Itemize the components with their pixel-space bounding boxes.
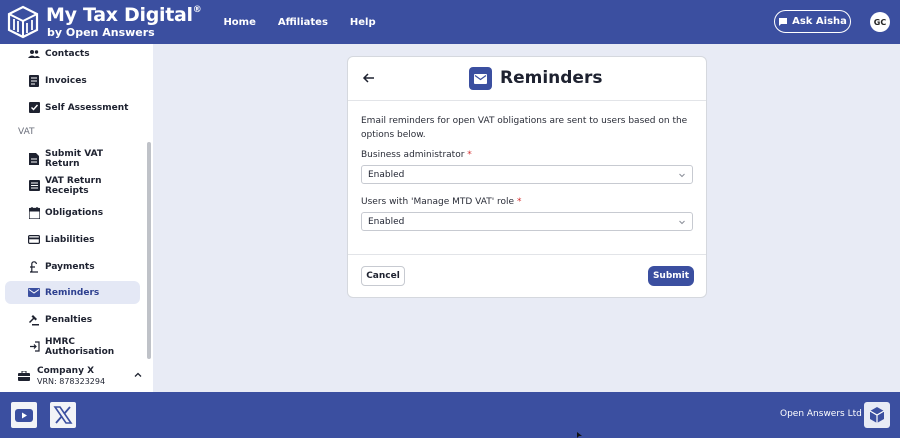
select-value: Enabled bbox=[368, 169, 405, 180]
sidebar-item-hmrc-authorisation[interactable]: HMRC Authorisation bbox=[5, 335, 140, 358]
sidebar-item-label: Liabilities bbox=[45, 234, 95, 245]
sidebar-item-contacts[interactable]: Contacts bbox=[5, 42, 140, 65]
sidebar-item-label: Reminders bbox=[45, 287, 100, 298]
sidebar-item-label: Obligations bbox=[45, 207, 104, 218]
sidebar-item-obligations[interactable]: Obligations bbox=[5, 201, 140, 224]
card-header: Reminders bbox=[348, 57, 706, 101]
field-label-text: Business administrator bbox=[361, 150, 465, 160]
gavel-icon bbox=[28, 314, 40, 326]
business-admin-label: Business administrator * bbox=[361, 150, 472, 160]
page-footer: Open Answers Ltd bbox=[0, 392, 900, 438]
submit-button[interactable]: Submit bbox=[648, 266, 694, 286]
nav-affiliates[interactable]: Affiliates bbox=[278, 17, 328, 28]
app-subtitle: by Open Answers bbox=[47, 26, 155, 39]
credit-card-icon bbox=[28, 234, 40, 246]
sidebar-item-payments[interactable]: Payments bbox=[5, 255, 140, 278]
sidebar: Contacts Invoices Self Assessment VAT Su… bbox=[0, 44, 153, 392]
nav-help[interactable]: Help bbox=[350, 17, 376, 28]
card-footer-divider bbox=[348, 254, 706, 255]
select-value: Enabled bbox=[368, 216, 405, 227]
app-logo[interactable]: My Tax Digital® by Open Answers bbox=[6, 4, 202, 39]
login-icon bbox=[28, 341, 40, 353]
sidebar-item-label: VAT Return Receipts bbox=[45, 175, 102, 196]
invoices-icon bbox=[28, 74, 40, 87]
app-title-text: My Tax Digital bbox=[46, 4, 193, 26]
sidebar-item-reminders[interactable]: Reminders bbox=[5, 281, 140, 304]
sidebar-scrollbar[interactable] bbox=[147, 142, 151, 359]
open-answers-logo[interactable] bbox=[864, 402, 890, 428]
footer-company-name: Open Answers Ltd bbox=[780, 409, 862, 419]
required-mark: * bbox=[516, 197, 522, 207]
registered-mark: ® bbox=[192, 5, 202, 15]
company-name: Company X bbox=[37, 366, 95, 376]
sidebar-item-label: Submit VAT Return bbox=[45, 148, 103, 169]
sidebar-item-label: Contacts bbox=[45, 48, 90, 59]
required-mark: * bbox=[467, 150, 472, 160]
mtd-vat-role-label: Users with 'Manage MTD VAT' role * bbox=[361, 197, 521, 207]
x-twitter-link[interactable] bbox=[50, 402, 76, 428]
mouse-cursor-icon bbox=[577, 432, 582, 438]
sidebar-item-submit-vat-return[interactable]: Submit VAT Return bbox=[5, 147, 140, 170]
description-text: Email reminders for open VAT obligations… bbox=[361, 116, 688, 140]
logo-text: My Tax Digital® by Open Answers bbox=[46, 4, 202, 39]
user-avatar[interactable]: GC bbox=[870, 12, 890, 32]
chevron-down-icon bbox=[679, 173, 685, 178]
sidebar-item-label: HMRC Authorisation bbox=[45, 336, 115, 357]
app-title: My Tax Digital® bbox=[46, 4, 202, 26]
sidebar-item-penalties[interactable]: Penalties bbox=[5, 308, 140, 331]
sidebar-item-invoices[interactable]: Invoices bbox=[5, 69, 140, 92]
nav-home[interactable]: Home bbox=[223, 17, 255, 28]
business-admin-select[interactable]: Enabled bbox=[361, 165, 693, 184]
company-switcher[interactable]: Company X VRN: 878323294 bbox=[0, 360, 153, 392]
document-icon bbox=[28, 152, 40, 165]
mtd-vat-role-select[interactable]: Enabled bbox=[361, 212, 693, 231]
ask-aisha-label: Ask Aisha bbox=[792, 16, 847, 27]
main-nav: Home Affiliates Help bbox=[223, 17, 397, 28]
chevron-down-icon bbox=[679, 220, 685, 225]
chat-bubble-icon bbox=[779, 17, 788, 26]
sidebar-item-label: Self Assessment bbox=[45, 102, 129, 113]
x-logo-icon bbox=[53, 406, 73, 424]
youtube-link[interactable] bbox=[11, 402, 37, 428]
sidebar-item-label: Payments bbox=[45, 261, 95, 272]
calendar-icon bbox=[28, 206, 40, 219]
pound-icon bbox=[28, 260, 40, 273]
sidebar-item-liabilities[interactable]: Liabilities bbox=[5, 228, 140, 251]
sidebar-section-vat: VAT bbox=[18, 127, 35, 137]
cancel-button[interactable]: Cancel bbox=[361, 266, 405, 286]
top-navigation-bar: My Tax Digital® by Open Answers Home Aff… bbox=[0, 0, 900, 44]
reminders-card: Reminders Email reminders for open VAT o… bbox=[347, 56, 707, 298]
sidebar-item-label: Invoices bbox=[45, 75, 87, 86]
back-arrow-icon[interactable] bbox=[362, 71, 376, 85]
mail-icon bbox=[28, 287, 40, 299]
logo-mark-icon bbox=[7, 5, 39, 39]
sidebar-item-vat-return-receipts[interactable]: VAT Return Receipts bbox=[5, 174, 140, 197]
contacts-icon bbox=[28, 48, 40, 60]
ask-aisha-button[interactable]: Ask Aisha bbox=[774, 10, 851, 33]
mail-icon bbox=[469, 67, 492, 90]
checkbox-icon bbox=[28, 102, 40, 114]
page-title: Reminders bbox=[500, 68, 603, 88]
receipt-icon bbox=[28, 180, 40, 192]
chevron-up-icon[interactable] bbox=[133, 370, 143, 380]
briefcase-icon bbox=[18, 371, 30, 381]
cube-logo-icon bbox=[869, 407, 885, 423]
field-label-text: Users with 'Manage MTD VAT' role bbox=[361, 197, 515, 207]
company-vrn: VRN: 878323294 bbox=[37, 377, 106, 386]
sidebar-item-self-assessment[interactable]: Self Assessment bbox=[5, 96, 140, 119]
sidebar-item-label: Penalties bbox=[45, 314, 93, 325]
youtube-icon bbox=[15, 408, 33, 422]
